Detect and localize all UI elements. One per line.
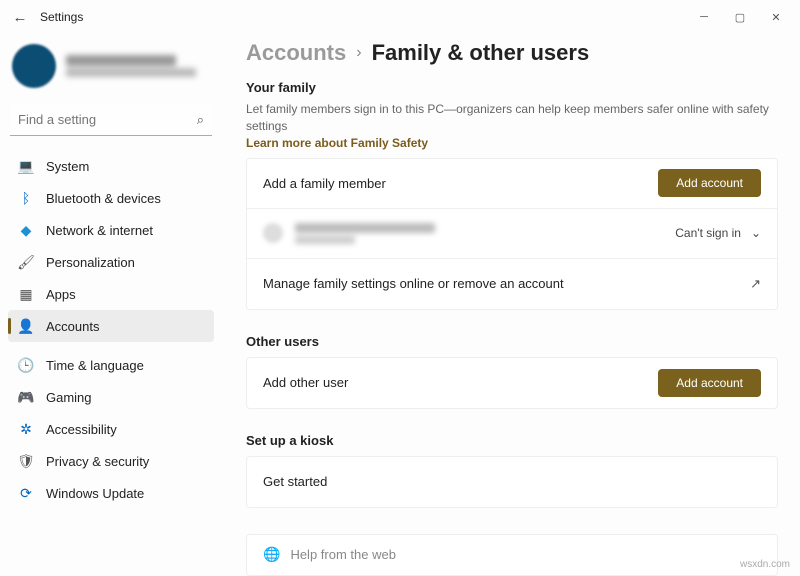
sidebar-item-accessibility[interactable]: ✲ Accessibility [8,413,214,445]
maximize-button[interactable]: ▢ [722,3,758,31]
add-family-label: Add a family member [263,176,386,191]
title-bar: ← Settings ─ ▢ ✕ [0,0,800,34]
add-other-label: Add other user [263,375,348,390]
family-member-row[interactable]: Can't sign in ⌄ [247,209,777,259]
nav-label: Privacy & security [46,454,149,469]
close-button[interactable]: ✕ [758,3,794,31]
nav-icon: ⟳ [18,485,34,501]
nav-icon: ▦ [18,286,34,302]
nav-icon: 👤 [18,318,34,334]
minimize-button[interactable]: ─ [686,3,722,31]
sidebar-item-system[interactable]: 💻 System [8,150,214,182]
nav-icon: 💻 [18,158,34,174]
back-button[interactable]: ← [6,3,34,31]
breadcrumb-parent[interactable]: Accounts [246,40,346,66]
chevron-right-icon: › [356,44,361,62]
nav-icon: ✲ [18,421,34,437]
kiosk-heading: Set up a kiosk [246,433,778,448]
nav-icon: 🛡 [18,453,34,469]
add-other-user-row: Add other user Add account [247,358,777,408]
nav-label: Gaming [46,390,92,405]
nav-icon: 🎮 [18,389,34,405]
nav-label: Network & internet [46,223,153,238]
nav-label: Personalization [46,255,135,270]
sidebar-item-network-internet[interactable]: ◆ Network & internet [8,214,214,246]
sidebar-item-accounts[interactable]: 👤 Accounts [8,310,214,342]
page-title: Family & other users [372,40,590,66]
other-users-card: Add other user Add account [246,357,778,409]
family-card: Add a family member Add account Can't si… [246,158,778,310]
sidebar-item-time-language[interactable]: 🕒 Time & language [8,349,214,381]
nav-label: Windows Update [46,486,144,501]
nav-label: Apps [46,287,76,302]
nav-label: Time & language [46,358,144,373]
nav-list: 💻 System ᛒ Bluetooth & devices ◆ Network & in… [8,150,214,509]
sidebar-item-gaming[interactable]: 🎮 Gaming [8,381,214,413]
sidebar-item-apps[interactable]: ▦ Apps [8,278,214,310]
other-users-heading: Other users [246,334,778,349]
get-started-row[interactable]: Get started [247,457,777,507]
sidebar-item-privacy-security[interactable]: 🛡 Privacy & security [8,445,214,477]
profile-block[interactable] [8,40,214,98]
kiosk-card: Get started [246,456,778,508]
manage-family-row[interactable]: Manage family settings online or remove … [247,259,777,309]
member-status: Can't sign in [675,226,741,240]
nav-label: Accessibility [46,422,117,437]
person-icon [263,223,283,243]
add-other-button[interactable]: Add account [658,369,761,397]
nav-icon: 🖌 [18,254,34,270]
window-controls: ─ ▢ ✕ [686,3,794,31]
add-family-button[interactable]: Add account [658,169,761,197]
breadcrumb: Accounts › Family & other users [246,40,778,66]
get-started-label: Get started [263,474,327,489]
main-content: Accounts › Family & other users Your fam… [222,34,800,576]
sidebar-item-personalization[interactable]: 🖌 Personalization [8,246,214,278]
help-label: Help from the web [290,547,396,562]
nav-icon: ᛒ [18,190,34,206]
globe-icon: 🌐 [263,546,280,563]
window-title: Settings [40,10,83,24]
nav-icon: 🕒 [18,357,34,373]
add-family-row: Add a family member Add account [247,159,777,209]
your-family-desc: Let family members sign in to this PC—or… [246,101,778,135]
external-link-icon: ↗ [750,276,761,292]
search-box[interactable]: ⌕ [10,104,212,136]
chevron-down-icon[interactable]: ⌄ [751,226,761,240]
sidebar-item-windows-update[interactable]: ⟳ Windows Update [8,477,214,509]
family-safety-link[interactable]: Learn more about Family Safety [246,136,428,150]
help-row[interactable]: 🌐 Help from the web [247,535,777,575]
nav-icon: ◆ [18,222,34,238]
manage-family-label: Manage family settings online or remove … [263,276,564,291]
your-family-heading: Your family [246,80,778,95]
watermark: wsxdn.com [740,559,790,570]
avatar [12,44,56,88]
sidebar: ⌕ 💻 System ᛒ Bluetooth & devices ◆ Network & … [0,34,222,576]
help-card: 🌐 Help from the web [246,534,778,576]
nav-label: Accounts [46,319,99,334]
nav-label: Bluetooth & devices [46,191,161,206]
profile-info [66,55,196,77]
search-icon: ⌕ [197,112,204,128]
nav-label: System [46,159,89,174]
search-input[interactable] [18,112,197,127]
sidebar-item-bluetooth-devices[interactable]: ᛒ Bluetooth & devices [8,182,214,214]
